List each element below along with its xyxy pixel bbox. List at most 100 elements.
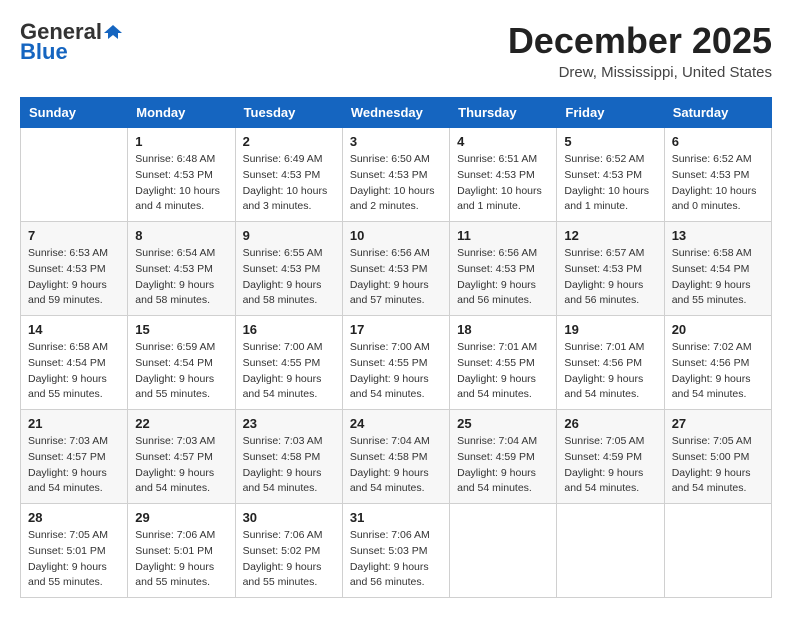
day-number: 28 bbox=[28, 510, 120, 525]
day-number: 25 bbox=[457, 416, 549, 431]
logo: General Blue bbox=[20, 20, 122, 64]
cell-daylight-info: Sunrise: 7:03 AMSunset: 4:58 PMDaylight:… bbox=[243, 434, 335, 497]
calendar-cell: 22Sunrise: 7:03 AMSunset: 4:57 PMDayligh… bbox=[128, 410, 235, 504]
calendar-cell: 19 Sunrise: 7:01 AMSunset: 4:56 PMDayligh… bbox=[557, 316, 664, 410]
calendar-cell: 25 Sunrise: 7:04 AMSunset: 4:59 PMDayligh… bbox=[450, 410, 557, 504]
cell-daylight-info: Sunrise: 7:06 AMSunset: 5:03 PMDaylight:… bbox=[350, 528, 442, 591]
day-number: 19 bbox=[564, 322, 656, 337]
cell-daylight-info: Sunrise: 6:54 AMSunset: 4:53 PMDaylight:… bbox=[135, 246, 227, 309]
calendar-cell: 24Sunrise: 7:04 AMSunset: 4:58 PMDayligh… bbox=[342, 410, 449, 504]
day-of-week-header: Friday bbox=[557, 98, 664, 128]
calendar-cell: 5 Sunrise: 6:52 AMSunset: 4:53 PMDaylight… bbox=[557, 128, 664, 222]
calendar-cell bbox=[450, 504, 557, 598]
cell-daylight-info: Sunrise: 7:02 AMSunset: 4:56 PMDaylight:… bbox=[672, 340, 764, 403]
day-of-week-header: Monday bbox=[128, 98, 235, 128]
day-number: 27 bbox=[672, 416, 764, 431]
location-text: Drew, Mississippi, United States bbox=[508, 64, 772, 81]
day-number: 7 bbox=[28, 228, 120, 243]
calendar-cell: 1 Sunrise: 6:48 AMSunset: 4:53 PMDaylight… bbox=[128, 128, 235, 222]
calendar-cell: 14 Sunrise: 6:58 AMSunset: 4:54 PMDayligh… bbox=[21, 316, 128, 410]
day-number: 16 bbox=[243, 322, 335, 337]
day-number: 15 bbox=[135, 322, 227, 337]
calendar-cell: 2Sunrise: 6:49 AMSunset: 4:53 PMDaylight… bbox=[235, 128, 342, 222]
cell-daylight-info: Sunrise: 6:51 AMSunset: 4:53 PMDaylight:… bbox=[457, 152, 549, 215]
day-number: 10 bbox=[350, 228, 442, 243]
calendar-cell: 12Sunrise: 6:57 AMSunset: 4:53 PMDayligh… bbox=[557, 222, 664, 316]
calendar-cell: 3Sunrise: 6:50 AMSunset: 4:53 PMDaylight… bbox=[342, 128, 449, 222]
day-number: 20 bbox=[672, 322, 764, 337]
day-number: 23 bbox=[243, 416, 335, 431]
calendar-cell: 30 Sunrise: 7:06 AMSunset: 5:02 PMDayligh… bbox=[235, 504, 342, 598]
day-number: 24 bbox=[350, 416, 442, 431]
day-number: 17 bbox=[350, 322, 442, 337]
calendar-cell: 6 Sunrise: 6:52 AMSunset: 4:53 PMDaylight… bbox=[664, 128, 771, 222]
calendar-cell: 16 Sunrise: 7:00 AMSunset: 4:55 PMDayligh… bbox=[235, 316, 342, 410]
calendar-cell: 27 Sunrise: 7:05 AMSunset: 5:00 PMDayligh… bbox=[664, 410, 771, 504]
day-number: 6 bbox=[672, 134, 764, 149]
calendar-week-row: 28 Sunrise: 7:05 AMSunset: 5:01 PMDayligh… bbox=[21, 504, 772, 598]
day-number: 3 bbox=[350, 134, 442, 149]
calendar-cell: 7 Sunrise: 6:53 AMSunset: 4:53 PMDaylight… bbox=[21, 222, 128, 316]
calendar-header-row: SundayMondayTuesdayWednesdayThursdayFrid… bbox=[21, 98, 772, 128]
day-of-week-header: Tuesday bbox=[235, 98, 342, 128]
cell-daylight-info: Sunrise: 6:52 AMSunset: 4:53 PMDaylight:… bbox=[672, 152, 764, 215]
cell-daylight-info: Sunrise: 6:52 AMSunset: 4:53 PMDaylight:… bbox=[564, 152, 656, 215]
cell-daylight-info: Sunrise: 6:58 AMSunset: 4:54 PMDaylight:… bbox=[672, 246, 764, 309]
calendar-cell bbox=[664, 504, 771, 598]
cell-daylight-info: Sunrise: 7:01 AMSunset: 4:56 PMDaylight:… bbox=[564, 340, 656, 403]
day-number: 30 bbox=[243, 510, 335, 525]
calendar-cell: 11 Sunrise: 6:56 AMSunset: 4:53 PMDayligh… bbox=[450, 222, 557, 316]
day-number: 18 bbox=[457, 322, 549, 337]
cell-daylight-info: Sunrise: 7:00 AMSunset: 4:55 PMDaylight:… bbox=[243, 340, 335, 403]
calendar-cell: 21 Sunrise: 7:03 AMSunset: 4:57 PMDayligh… bbox=[21, 410, 128, 504]
month-title: December 2025 bbox=[508, 20, 772, 62]
calendar-week-row: 14 Sunrise: 6:58 AMSunset: 4:54 PMDayligh… bbox=[21, 316, 772, 410]
calendar-cell: 9Sunrise: 6:55 AMSunset: 4:53 PMDaylight… bbox=[235, 222, 342, 316]
day-number: 1 bbox=[135, 134, 227, 149]
day-number: 5 bbox=[564, 134, 656, 149]
cell-daylight-info: Sunrise: 7:04 AMSunset: 4:59 PMDaylight:… bbox=[457, 434, 549, 497]
calendar-cell: 20 Sunrise: 7:02 AMSunset: 4:56 PMDayligh… bbox=[664, 316, 771, 410]
day-number: 9 bbox=[243, 228, 335, 243]
logo-blue-text: Blue bbox=[20, 40, 68, 64]
day-of-week-header: Saturday bbox=[664, 98, 771, 128]
day-number: 12 bbox=[564, 228, 656, 243]
calendar-cell: 28 Sunrise: 7:05 AMSunset: 5:01 PMDayligh… bbox=[21, 504, 128, 598]
calendar-cell: 18 Sunrise: 7:01 AMSunset: 4:55 PMDayligh… bbox=[450, 316, 557, 410]
day-of-week-header: Thursday bbox=[450, 98, 557, 128]
calendar-week-row: 7 Sunrise: 6:53 AMSunset: 4:53 PMDaylight… bbox=[21, 222, 772, 316]
logo-bird-icon bbox=[104, 23, 122, 41]
cell-daylight-info: Sunrise: 6:58 AMSunset: 4:54 PMDaylight:… bbox=[28, 340, 120, 403]
calendar-cell: 4 Sunrise: 6:51 AMSunset: 4:53 PMDaylight… bbox=[450, 128, 557, 222]
calendar-cell bbox=[557, 504, 664, 598]
cell-daylight-info: Sunrise: 7:05 AMSunset: 5:00 PMDaylight:… bbox=[672, 434, 764, 497]
cell-daylight-info: Sunrise: 6:59 AMSunset: 4:54 PMDaylight:… bbox=[135, 340, 227, 403]
calendar-week-row: 21 Sunrise: 7:03 AMSunset: 4:57 PMDayligh… bbox=[21, 410, 772, 504]
calendar-table: SundayMondayTuesdayWednesdayThursdayFrid… bbox=[20, 97, 772, 598]
cell-daylight-info: Sunrise: 7:00 AMSunset: 4:55 PMDaylight:… bbox=[350, 340, 442, 403]
day-number: 21 bbox=[28, 416, 120, 431]
cell-daylight-info: Sunrise: 7:01 AMSunset: 4:55 PMDaylight:… bbox=[457, 340, 549, 403]
cell-daylight-info: Sunrise: 6:53 AMSunset: 4:53 PMDaylight:… bbox=[28, 246, 120, 309]
cell-daylight-info: Sunrise: 7:06 AMSunset: 5:02 PMDaylight:… bbox=[243, 528, 335, 591]
day-of-week-header: Sunday bbox=[21, 98, 128, 128]
day-number: 4 bbox=[457, 134, 549, 149]
day-number: 14 bbox=[28, 322, 120, 337]
calendar-cell: 15 Sunrise: 6:59 AMSunset: 4:54 PMDayligh… bbox=[128, 316, 235, 410]
cell-daylight-info: Sunrise: 6:49 AMSunset: 4:53 PMDaylight:… bbox=[243, 152, 335, 215]
calendar-cell: 8Sunrise: 6:54 AMSunset: 4:53 PMDaylight… bbox=[128, 222, 235, 316]
day-number: 29 bbox=[135, 510, 227, 525]
day-number: 13 bbox=[672, 228, 764, 243]
cell-daylight-info: Sunrise: 6:56 AMSunset: 4:53 PMDaylight:… bbox=[457, 246, 549, 309]
day-number: 11 bbox=[457, 228, 549, 243]
cell-daylight-info: Sunrise: 7:05 AMSunset: 5:01 PMDaylight:… bbox=[28, 528, 120, 591]
cell-daylight-info: Sunrise: 6:48 AMSunset: 4:53 PMDaylight:… bbox=[135, 152, 227, 215]
calendar-cell: 31 Sunrise: 7:06 AMSunset: 5:03 PMDayligh… bbox=[342, 504, 449, 598]
calendar-cell: 10Sunrise: 6:56 AMSunset: 4:53 PMDayligh… bbox=[342, 222, 449, 316]
calendar-cell: 17 Sunrise: 7:00 AMSunset: 4:55 PMDayligh… bbox=[342, 316, 449, 410]
day-number: 31 bbox=[350, 510, 442, 525]
cell-daylight-info: Sunrise: 7:03 AMSunset: 4:57 PMDaylight:… bbox=[135, 434, 227, 497]
cell-daylight-info: Sunrise: 7:03 AMSunset: 4:57 PMDaylight:… bbox=[28, 434, 120, 497]
day-number: 26 bbox=[564, 416, 656, 431]
calendar-cell: 23 Sunrise: 7:03 AMSunset: 4:58 PMDayligh… bbox=[235, 410, 342, 504]
